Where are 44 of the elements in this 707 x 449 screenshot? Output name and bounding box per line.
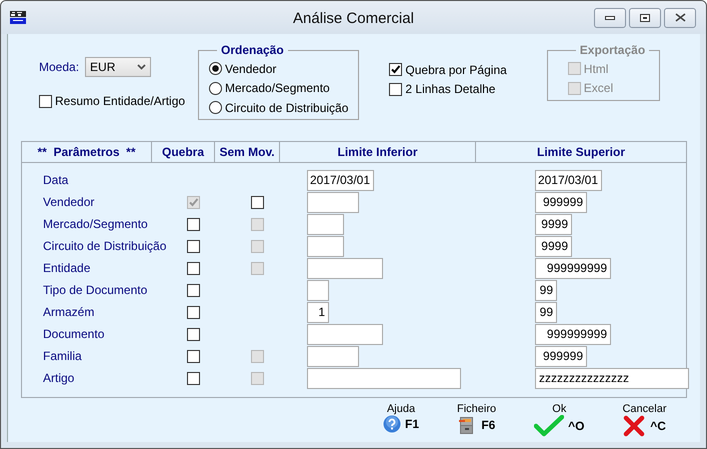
lower-limit-field[interactable]: 1 [307,302,329,322]
lower-limit-field[interactable]: 2017/03/01 [307,170,374,190]
parameter-label: Artigo [42,371,76,385]
upper-limit-field[interactable]: 2017/03/01 [535,170,602,190]
parameter-label: Tipo de Documento [42,283,148,297]
upper-limit-field[interactable]: 99 [535,302,557,322]
option-label: Mercado/Segmento [225,81,330,96]
upper-limit-field[interactable]: 999999999 [535,258,611,278]
column-header: Limite Superior [536,145,625,159]
upper-limit-field[interactable]: 999999 [535,346,587,366]
parameter-label: Familia [42,349,83,363]
column-header: Sem Mov. [219,145,275,159]
option-label: 2 Linhas Detalhe [405,82,496,96]
parameter-label: Data [42,173,70,187]
option-label: Excel [584,81,614,96]
cancel-button[interactable]: Cancelar ^C [620,403,669,437]
upper-limit-field[interactable]: 999999 [535,192,587,212]
upper-limit-field[interactable]: 9999 [535,214,572,234]
option-label: Quebra por Página [405,62,507,77]
column-header: Quebra [162,145,204,159]
parameter-label: Entidade [42,261,92,275]
column-header: ** Parâmetros ** [37,145,136,159]
upper-limit-field[interactable]: 999999999 [535,324,611,344]
parameter-label: Documento [42,327,106,341]
help-button[interactable]: Ajuda F1 [381,403,422,433]
group-title: Exportação [578,43,646,57]
option-label: Resumo Entidade/Artigo [55,94,186,108]
group-title: Ordenação [220,43,285,57]
option-label: Circuito de Distribuição [225,100,348,115]
upper-limit-field[interactable]: 99 [535,280,557,300]
parameter-label: Circuito de Distribuição [42,239,168,253]
option-label: Vendedor [225,62,276,76]
currency-label: Moeda: [39,60,80,74]
file-button[interactable]: Ficheiro F6 [455,403,498,435]
parameter-label: Armazém [42,305,96,319]
column-header: Limite Inferior [337,145,418,159]
currency-dropdown[interactable]: EUR [85,57,152,77]
ok-button[interactable]: Ok ^O [532,403,586,437]
parameter-label: Mercado/Segmento [42,217,149,231]
upper-limit-field[interactable]: zzzzzzzzzzzzzzz [535,368,689,388]
upper-limit-field[interactable]: 9999 [535,236,572,256]
window-title: Análise Comercial [293,10,414,27]
parameter-label: Vendedor [42,195,96,209]
option-label: Html [584,62,608,76]
